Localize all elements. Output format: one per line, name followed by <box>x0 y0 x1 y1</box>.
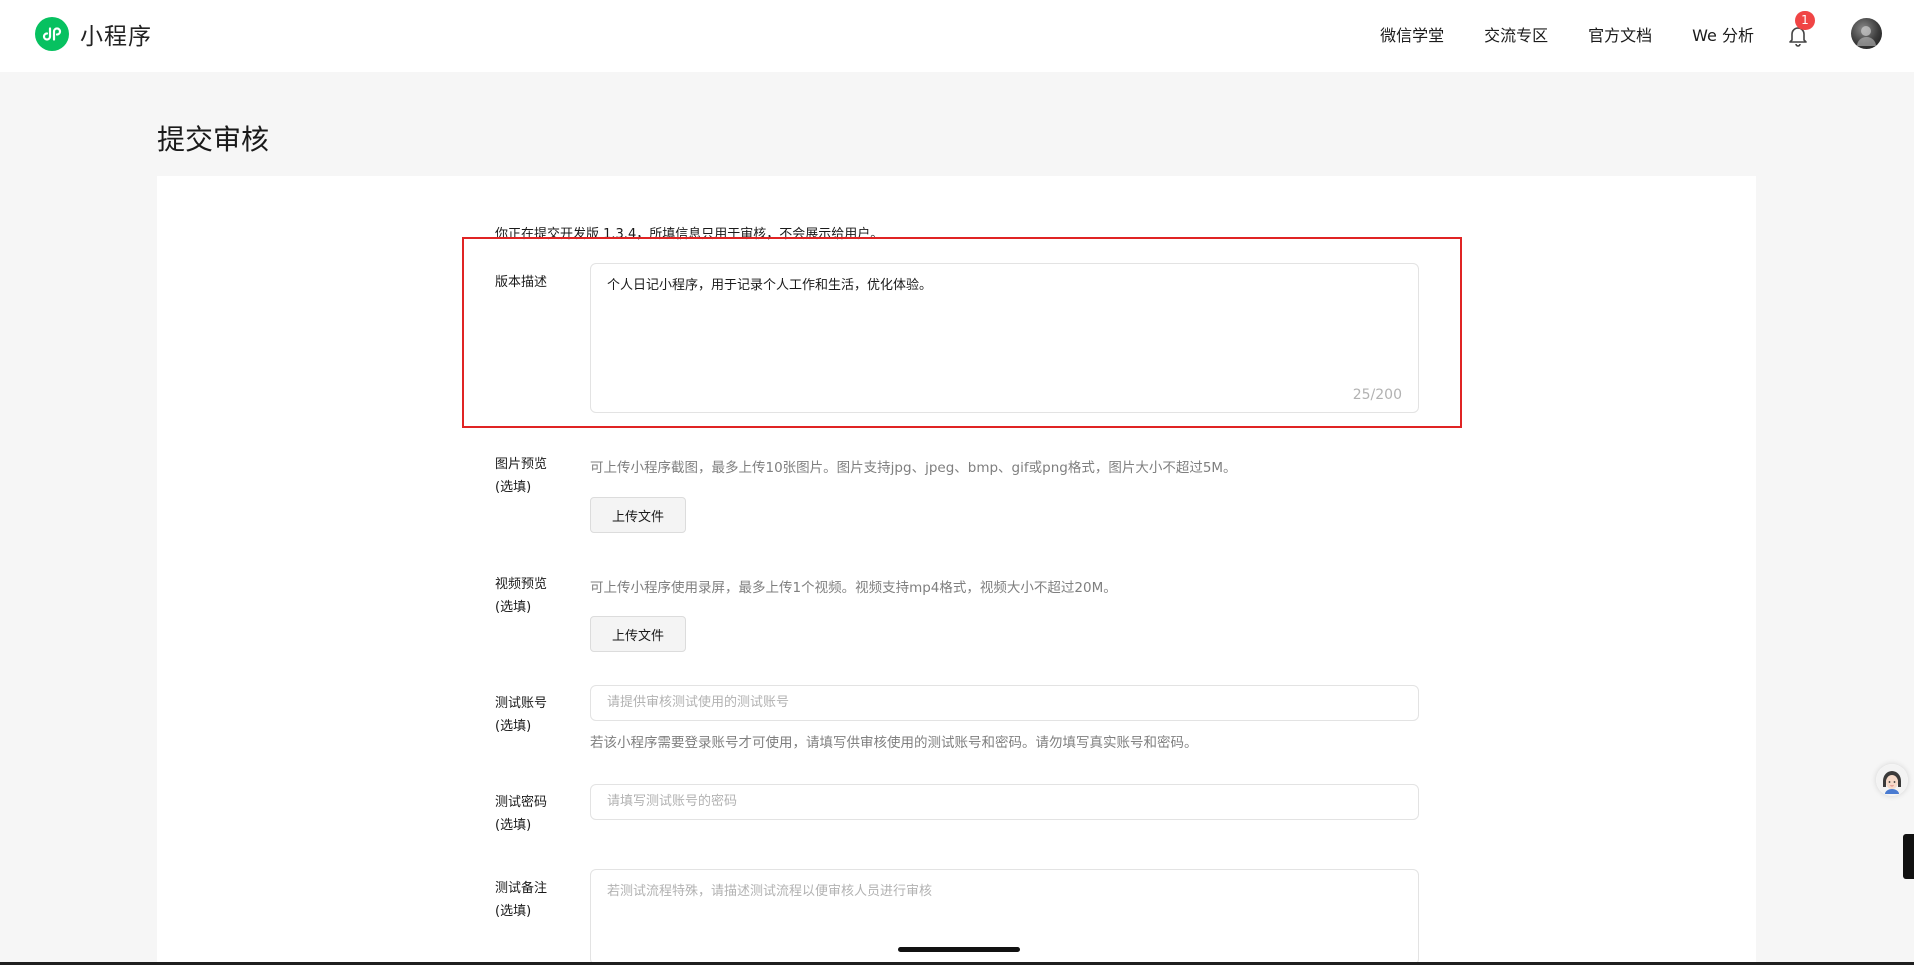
video-preview-hint: 可上传小程序使用录屏，最多上传1个视频。视频支持mp4格式，视频大小不超过20M… <box>590 580 1117 596</box>
top-nav: 微信学堂 交流专区 官方文档 We 分析 <box>1340 22 1754 46</box>
image-preview-label-text: 图片预览 <box>495 457 548 472</box>
mini-program-logo-icon <box>35 17 69 51</box>
nav-official-docs[interactable]: 官方文档 <box>1588 22 1652 46</box>
video-preview-label-text: 视频预览 <box>495 577 548 592</box>
image-preview-hint: 可上传小程序截图，最多上传10张图片。图片支持jpg、jpeg、bmp、gif或… <box>590 460 1237 476</box>
optional-tag: (选填) <box>495 818 532 833</box>
upload-video-button[interactable]: 上传文件 <box>590 616 686 652</box>
brand-name: 小程序 <box>80 24 152 50</box>
test-password-label-text: 测试密码 <box>495 795 548 810</box>
home-indicator <box>898 947 1020 952</box>
brand-home-link[interactable]: 小程序 <box>35 17 152 51</box>
test-account-label-text: 测试账号 <box>495 696 548 711</box>
nav-wechat-academy[interactable]: 微信学堂 <box>1380 22 1444 46</box>
test-account-input[interactable]: 请提供审核测试使用的测试账号 <box>590 685 1419 721</box>
test-notes-label: 测试备注 (选填) <box>495 877 547 923</box>
side-feedback-tab[interactable] <box>1903 834 1914 879</box>
notification-badge: 1 <box>1795 11 1815 30</box>
character-counter: 25/200 <box>1352 387 1402 403</box>
test-password-input[interactable]: 请填写测试账号的密码 <box>590 784 1419 820</box>
description-value: 个人日记小程序，用于记录个人工作和生活，优化体验。 <box>607 278 933 293</box>
test-account-hint: 若该小程序需要登录账号才可使用，请填写供审核使用的测试账号和密码。请勿填写真实账… <box>590 735 1198 751</box>
submission-notice: 你正在提交开发版 1.3.4，所填信息只用于审核，不会展示给用户。 <box>495 227 884 242</box>
test-account-label: 测试账号 (选填) <box>495 692 547 738</box>
description-label-text: 版本描述 <box>495 275 548 290</box>
image-preview-label: 图片预览 (选填) <box>495 453 547 499</box>
test-notes-label-text: 测试备注 <box>495 881 548 896</box>
version-description-textarea[interactable]: 个人日记小程序，用于记录个人工作和生活，优化体验。 25/200 <box>590 263 1419 413</box>
optional-tag: (选填) <box>495 719 532 734</box>
optional-tag: (选填) <box>495 904 532 919</box>
nav-we-analytics[interactable]: We 分析 <box>1692 22 1754 46</box>
video-preview-label: 视频预览 (选填) <box>495 573 547 619</box>
user-avatar[interactable] <box>1851 18 1882 49</box>
upload-image-button[interactable]: 上传文件 <box>590 497 686 533</box>
optional-tag: (选填) <box>495 600 532 615</box>
nav-community[interactable]: 交流专区 <box>1484 22 1548 46</box>
page-title: 提交审核 <box>157 123 270 156</box>
description-label: 版本描述 <box>495 271 547 294</box>
test-password-label: 测试密码 (选填) <box>495 791 547 837</box>
top-bar: 小程序 微信学堂 交流专区 官方文档 We 分析 1 <box>0 0 1914 72</box>
assistant-avatar-icon[interactable] <box>1876 764 1908 796</box>
optional-tag: (选填) <box>495 480 532 495</box>
